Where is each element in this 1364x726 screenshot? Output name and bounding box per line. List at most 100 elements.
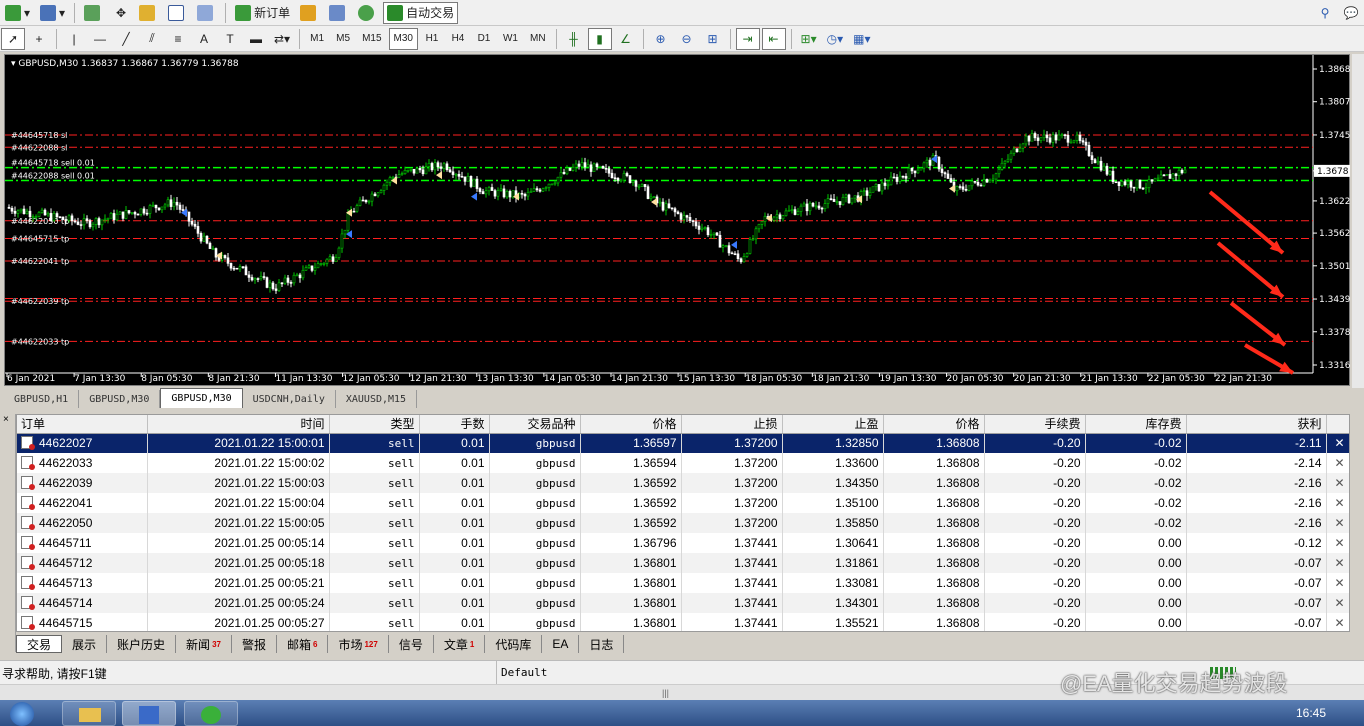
table-row[interactable]: 44622050 2021.01.22 15:00:05 sell 0.01 gbpus… <box>17 513 1349 533</box>
chart-tab[interactable]: XAUUSD,M15 <box>336 390 418 408</box>
start-orb-icon[interactable] <box>10 702 34 726</box>
tf-m30-button[interactable]: M30 <box>388 27 418 50</box>
terminal-icon[interactable] <box>164 2 191 24</box>
bar-chart-icon[interactable]: ╫ <box>562 28 586 50</box>
rectangle-icon[interactable]: ▬ <box>244 28 268 50</box>
search-icon[interactable]: ⚲ <box>1313 2 1337 24</box>
table-row[interactable]: 44645714 2021.01.25 00:05:24 sell 0.01 gbpus… <box>17 593 1349 613</box>
tf-m15-button[interactable]: M15 <box>357 28 386 50</box>
explorer-app[interactable] <box>62 701 116 726</box>
col-profit[interactable]: 获利 <box>1186 415 1327 434</box>
close-order-icon[interactable]: ✕ <box>1326 573 1349 593</box>
tester-icon[interactable] <box>193 2 220 24</box>
horizontal-line-icon[interactable]: — <box>88 28 112 50</box>
text-label-icon[interactable]: T <box>218 28 242 50</box>
price-chart[interactable]: 1.3868 1.3807 1.3745 1.3678 1.3622 1.3562 1.35… <box>4 54 1351 386</box>
chart-tab[interactable]: GBPUSD,M30 <box>79 390 161 408</box>
col-sl[interactable]: 止损 <box>681 415 783 434</box>
auto-trade-button[interactable]: 自动交易 <box>383 1 459 24</box>
terminal-tab[interactable]: 账户历史 <box>107 635 177 653</box>
close-order-icon[interactable]: ✕ <box>1326 613 1349 631</box>
col-tp[interactable]: 止盈 <box>782 415 884 434</box>
terminal-tab[interactable]: 交易 <box>16 635 63 653</box>
close-order-icon[interactable]: ✕ <box>1326 593 1349 613</box>
market-watch-icon[interactable] <box>80 2 107 24</box>
chart-tab[interactable]: GBPUSD,H1 <box>4 390 80 408</box>
text-icon[interactable]: A <box>192 28 216 50</box>
cursor-icon[interactable]: ➚ <box>1 27 25 50</box>
close-order-icon[interactable]: ✕ <box>1326 493 1349 513</box>
table-row[interactable]: 44645712 2021.01.25 00:05:18 sell 0.01 gbpus… <box>17 553 1349 573</box>
signal-icon[interactable] <box>354 2 381 24</box>
terminal-tab[interactable]: 信号 <box>389 635 434 653</box>
col-price[interactable]: 价格 <box>883 415 985 434</box>
close-order-icon[interactable]: ✕ <box>1326 453 1349 473</box>
tf-h4-button[interactable]: H4 <box>446 28 470 50</box>
close-icon[interactable]: × <box>3 414 9 425</box>
close-order-icon[interactable]: ✕ <box>1326 553 1349 573</box>
terminal-tab[interactable]: 市场 127 <box>328 635 389 653</box>
arrows-icon[interactable]: ⇄▾ <box>270 28 294 50</box>
profile-name[interactable]: Default <box>496 661 696 685</box>
table-row[interactable]: 44645711 2021.01.25 00:05:14 sell 0.01 gbpus… <box>17 533 1349 553</box>
mt4-app[interactable] <box>122 701 176 726</box>
templates-icon[interactable]: ▦▾ <box>849 28 874 50</box>
tile-windows-icon[interactable]: ⊞ <box>701 28 725 50</box>
tf-d1-button[interactable]: D1 <box>472 28 496 50</box>
terminal-tab[interactable]: 新闻 37 <box>176 635 232 653</box>
chat-bubble-icon[interactable]: 💬 <box>1339 2 1363 24</box>
terminal-tab[interactable]: EA <box>542 635 580 653</box>
col-symbol[interactable]: 交易品种 <box>489 415 581 434</box>
new-chart-icon[interactable]: ▾ <box>1 2 34 24</box>
trendline-icon[interactable]: ╱ <box>114 28 138 50</box>
col-swap[interactable]: 库存费 <box>1085 415 1187 434</box>
zoom-in-icon[interactable]: ⊕ <box>649 28 673 50</box>
chart-tab-active[interactable]: GBPUSD,M30 <box>160 388 243 408</box>
terminal-tab[interactable]: 代码库 <box>485 635 543 653</box>
fibonacci-icon[interactable]: ≡ <box>166 28 190 50</box>
indicators-icon[interactable]: ⊞▾ <box>797 28 821 50</box>
chart-shift-icon[interactable]: ⇤ <box>761 27 786 50</box>
close-order-icon[interactable]: ✕ <box>1326 513 1349 533</box>
vertical-line-icon[interactable]: | <box>62 28 86 50</box>
close-order-icon[interactable]: ✕ <box>1326 433 1349 453</box>
close-order-icon[interactable]: ✕ <box>1326 473 1349 493</box>
table-row[interactable]: 44622027 2021.01.22 15:00:01 sell 0.01 gbpus… <box>17 433 1349 453</box>
col-order[interactable]: 订单 <box>17 415 148 434</box>
table-row[interactable]: 44622033 2021.01.22 15:00:02 sell 0.01 gbpus… <box>17 453 1349 473</box>
crosshair-nav-icon[interactable]: ✥ <box>109 2 133 24</box>
tf-m1-button[interactable]: M1 <box>305 28 329 50</box>
terminal-tab[interactable]: 警报 <box>232 635 277 653</box>
navigator-icon[interactable] <box>135 2 162 24</box>
table-row[interactable]: 44622039 2021.01.22 15:00:03 sell 0.01 gbpus… <box>17 473 1349 493</box>
col-type[interactable]: 类型 <box>329 415 420 434</box>
terminal-tab[interactable]: 邮箱 6 <box>277 635 329 653</box>
wechat-app[interactable] <box>184 701 238 726</box>
tf-h1-button[interactable]: H1 <box>420 28 444 50</box>
channel-icon[interactable]: ⫽ <box>140 28 164 50</box>
crosshair-icon[interactable]: + <box>27 28 51 50</box>
terminal-tab[interactable]: 日志 <box>579 635 625 653</box>
autoscroll-icon[interactable]: ⇥ <box>735 27 760 50</box>
profiles-icon[interactable]: ▾ <box>36 2 69 24</box>
period-clock-icon[interactable]: ◷▾ <box>823 28 848 50</box>
table-row[interactable]: 44622041 2021.01.22 15:00:04 sell 0.01 gbpus… <box>17 493 1349 513</box>
terminal-tab[interactable]: 展示 <box>62 635 108 653</box>
close-order-icon[interactable]: ✕ <box>1326 533 1349 553</box>
col-lots[interactable]: 手数 <box>419 415 490 434</box>
col-commission[interactable]: 手续费 <box>984 415 1086 434</box>
tf-m5-button[interactable]: M5 <box>331 28 355 50</box>
table-row[interactable]: 44645715 2021.01.25 00:05:27 sell 0.01 gbpus… <box>17 613 1349 631</box>
metaeditor-icon[interactable] <box>296 2 323 24</box>
new-order-button[interactable]: 新订单 <box>231 2 294 24</box>
candlestick-icon[interactable]: ▮ <box>587 27 612 50</box>
table-row[interactable]: 44645713 2021.01.25 00:05:21 sell 0.01 gbpus… <box>17 573 1349 593</box>
chat-icon[interactable] <box>325 2 352 24</box>
tf-mn-button[interactable]: MN <box>525 28 551 50</box>
line-chart-icon[interactable]: ∠ <box>614 28 638 50</box>
col-open-price[interactable]: 价格 <box>580 415 682 434</box>
chart-tab[interactable]: USDCNH,Daily <box>243 390 336 408</box>
right-scrollbar[interactable] <box>1352 54 1364 388</box>
terminal-tab[interactable]: 文章 1 <box>434 635 486 653</box>
tf-w1-button[interactable]: W1 <box>498 28 523 50</box>
